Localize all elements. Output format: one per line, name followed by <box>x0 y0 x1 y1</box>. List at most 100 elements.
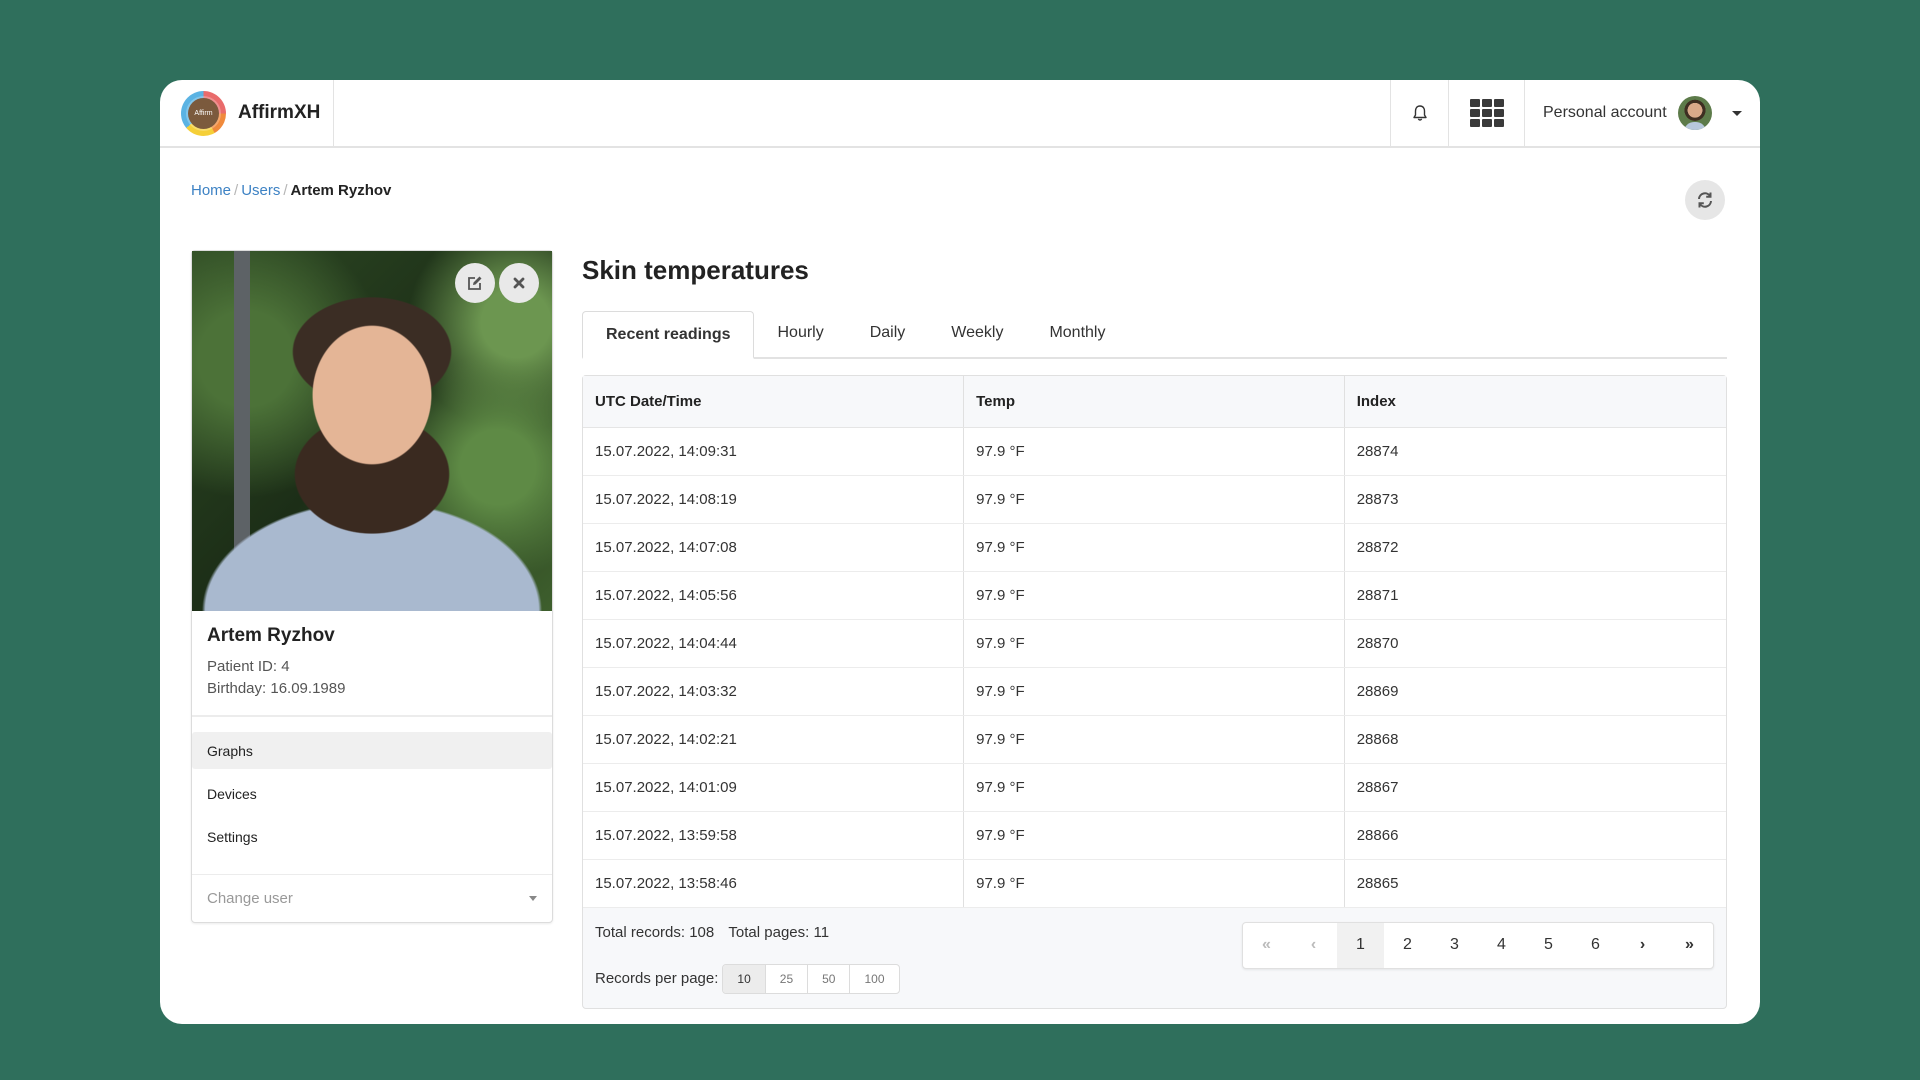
cell-temp: 97.9 °F <box>963 571 1345 620</box>
cell-temp: 97.9 °F <box>963 715 1345 764</box>
table-row[interactable]: 15.07.2022, 13:58:46 97.9 °F 28865 <box>583 859 1726 908</box>
cell-temp: 97.9 °F <box>963 667 1345 716</box>
total-pages: Total pages: 11 <box>728 923 830 941</box>
records-per-page-label: Records per page: <box>595 970 719 987</box>
breadcrumb-users[interactable]: Users <box>241 182 280 199</box>
cell-index: 28870 <box>1344 619 1726 668</box>
nav-item-devices[interactable]: Devices <box>192 775 552 812</box>
chevron-down-icon <box>529 895 537 901</box>
chevron-down-icon <box>1731 110 1742 116</box>
tab-weekly[interactable]: Weekly <box>928 309 1026 357</box>
page-button-4[interactable]: 4 <box>1478 923 1525 968</box>
prev-page-button[interactable]: ‹ <box>1290 923 1337 968</box>
breadcrumb-current: Artem Ryzhov <box>290 182 392 199</box>
table-footer: Total records: 108 Total pages: 11 Recor… <box>583 908 1726 1008</box>
birthday: Birthday: 16.09.1989 <box>207 680 346 697</box>
cell-datetime: 15.07.2022, 13:59:58 <box>583 811 965 860</box>
app-logo: Affirm <box>181 90 226 136</box>
cell-datetime: 15.07.2022, 14:01:09 <box>583 763 965 812</box>
cell-index: 28865 <box>1344 859 1726 908</box>
apps-menu-button[interactable] <box>1448 80 1524 146</box>
page-button-5[interactable]: 5 <box>1525 923 1572 968</box>
cell-datetime: 15.07.2022, 14:09:31 <box>583 427 965 476</box>
page-title: Skin temperatures <box>582 255 809 285</box>
profile-card: Artem Ryzhov Patient ID: 4 Birthday: 16.… <box>191 250 553 923</box>
brand[interactable]: Affirm AffirmXH <box>160 80 334 146</box>
breadcrumb: Home / Users / Artem Ryzhov <box>191 182 391 199</box>
records-per-page-25[interactable]: 25 <box>766 964 809 993</box>
bell-icon <box>1412 105 1427 121</box>
table-row[interactable]: 15.07.2022, 14:01:09 97.9 °F 28867 <box>583 763 1726 812</box>
notifications-button[interactable] <box>1390 80 1448 146</box>
table-row[interactable]: 15.07.2022, 14:07:08 97.9 °F 28872 <box>583 523 1726 572</box>
page-button-6[interactable]: 6 <box>1572 923 1619 968</box>
remove-photo-button[interactable] <box>499 263 539 303</box>
cell-datetime: 15.07.2022, 14:04:44 <box>583 619 965 668</box>
cell-index: 28868 <box>1344 715 1726 764</box>
cell-index: 28871 <box>1344 571 1726 620</box>
pagination: « ‹ 1 2 3 4 5 6 › » <box>1242 921 1714 969</box>
nav-item-settings[interactable]: Settings <box>192 818 552 855</box>
change-user-select[interactable]: Change user <box>192 875 552 921</box>
cell-temp: 97.9 °F <box>963 619 1345 668</box>
cell-datetime: 15.07.2022, 14:02:21 <box>583 715 965 764</box>
table-row[interactable]: 15.07.2022, 14:02:21 97.9 °F 28868 <box>583 715 1726 764</box>
cell-index: 28869 <box>1344 667 1726 716</box>
first-page-button[interactable]: « <box>1243 923 1290 968</box>
cell-index: 28873 <box>1344 475 1726 524</box>
cell-datetime: 15.07.2022, 14:07:08 <box>583 523 965 572</box>
table-row[interactable]: 15.07.2022, 14:03:32 97.9 °F 28869 <box>583 667 1726 716</box>
column-header-temp[interactable]: Temp <box>963 376 1345 428</box>
next-page-button[interactable]: › <box>1619 923 1666 968</box>
refresh-button[interactable] <box>1685 180 1725 220</box>
tab-daily[interactable]: Daily <box>847 309 929 357</box>
table-row[interactable]: 15.07.2022, 14:08:19 97.9 °F 28873 <box>583 475 1726 524</box>
column-header-datetime[interactable]: UTC Date/Time <box>583 376 965 428</box>
tab-recent-readings[interactable]: Recent readings <box>582 311 755 359</box>
records-per-page: Records per page: 10 25 50 100 <box>595 963 900 994</box>
profile-info: Artem Ryzhov Patient ID: 4 Birthday: 16.… <box>192 611 552 717</box>
last-page-button[interactable]: » <box>1666 923 1713 968</box>
readings-table-panel: UTC Date/Time Temp Index 15.07.2022, 14:… <box>582 375 1727 1009</box>
total-records: Total records: 108 <box>595 923 715 941</box>
page-button-2[interactable]: 2 <box>1384 923 1431 968</box>
table-row[interactable]: 15.07.2022, 14:05:56 97.9 °F 28871 <box>583 571 1726 620</box>
profile-photo <box>192 251 552 611</box>
account-menu[interactable]: Personal account <box>1524 80 1760 146</box>
column-header-index[interactable]: Index <box>1344 376 1726 428</box>
cell-datetime: 15.07.2022, 14:05:56 <box>583 571 965 620</box>
breadcrumb-home[interactable]: Home <box>191 182 231 199</box>
page-button-1[interactable]: 1 <box>1337 922 1384 968</box>
profile-nav: Graphs Devices Settings <box>192 717 552 875</box>
cell-temp: 97.9 °F <box>963 523 1345 572</box>
table-row[interactable]: 15.07.2022, 13:59:58 97.9 °F 28866 <box>583 811 1726 860</box>
table-body: 15.07.2022, 14:09:31 97.9 °F 28874 15.07.20… <box>583 427 1726 908</box>
edit-photo-button[interactable] <box>455 263 495 303</box>
table-header-row: UTC Date/Time Temp Index <box>583 376 1726 428</box>
cell-temp: 97.9 °F <box>963 859 1345 908</box>
cell-temp: 97.9 °F <box>963 763 1345 812</box>
breadcrumb-separator: / <box>283 182 288 199</box>
totals: Total records: 108 Total pages: 11 <box>595 924 829 941</box>
tab-hourly[interactable]: Hourly <box>754 309 846 357</box>
table-row[interactable]: 15.07.2022, 14:04:44 97.9 °F 28870 <box>583 619 1726 668</box>
main-content: Skin temperatures Recent readings Hourly… <box>582 250 1727 1009</box>
records-per-page-50[interactable]: 50 <box>808 964 851 993</box>
cell-index: 28867 <box>1344 763 1726 812</box>
records-per-page-10[interactable]: 10 <box>723 964 766 993</box>
nav-item-graphs[interactable]: Graphs <box>192 732 552 769</box>
records-per-page-100[interactable]: 100 <box>850 965 898 993</box>
cell-temp: 97.9 °F <box>963 475 1345 524</box>
records-per-page-group: 10 25 50 100 <box>722 963 900 994</box>
patient-id: Patient ID: 4 <box>207 658 290 675</box>
app-window: Affirm AffirmXH Personal account Home / Us <box>160 80 1760 1024</box>
tabs: Recent readings Hourly Daily Weekly Mont… <box>582 311 1727 359</box>
change-user-placeholder: Change user <box>207 889 293 907</box>
page-button-3[interactable]: 3 <box>1431 923 1478 968</box>
top-header: Affirm AffirmXH Personal account <box>160 80 1760 148</box>
tab-monthly[interactable]: Monthly <box>1026 309 1128 357</box>
cell-temp: 97.9 °F <box>963 811 1345 860</box>
table-row[interactable]: 15.07.2022, 14:09:31 97.9 °F 28874 <box>583 427 1726 476</box>
cell-temp: 97.9 °F <box>963 427 1345 476</box>
profile-name: Artem Ryzhov <box>207 625 335 646</box>
